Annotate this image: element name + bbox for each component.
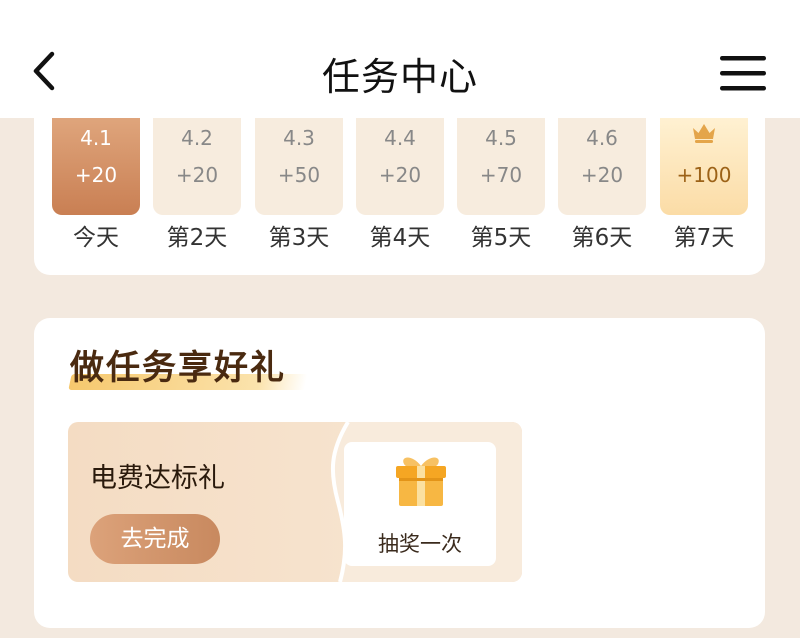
checkin-points: +20 [74,163,118,187]
checkin-day-tile[interactable]: 4.6 +20 [558,118,646,215]
crown-icon [693,124,715,143]
checkin-day-label: 第6天 [571,225,633,251]
checkin-points: +20 [175,163,219,187]
checkin-day-label: 第4天 [369,225,431,251]
checkin-points: +100 [676,163,732,187]
checkin-day-label: 第3天 [268,225,330,251]
page-title: 任务中心 [321,55,478,99]
checkin-day-tile[interactable]: 4.2 +20 [153,118,241,215]
checkin-points: +50 [277,163,321,187]
reward-box[interactable]: 抽奖一次 [344,442,496,566]
checkin-date: 4.6 [586,126,618,150]
checkin-day-label: 第2天 [166,225,228,251]
checkin-day-tile[interactable]: 4.4 +20 [356,118,444,215]
section-title-block: 做任务享好礼 [68,340,308,390]
checkin-date: 4.2 [181,126,213,150]
checkin-day-tile[interactable]: 4.3 +50 [255,118,343,215]
task-card: 做任务享好礼 电费达标礼 去完成 抽奖一次 [34,318,765,628]
checkin-day-tile[interactable]: 4.1 +20 [52,118,140,215]
checkin-points: +20 [378,163,422,187]
checkin-day-tile[interactable]: 4.5 +70 [457,118,545,215]
checkin-day-label: 今天 [73,225,119,251]
section-title: 做任务享好礼 [70,348,286,388]
checkin-date: 4.3 [283,126,315,150]
checkin-points: +70 [479,163,523,187]
checkin-day-tile-reward[interactable]: +100 [660,118,748,215]
checkin-date: 4.5 [485,126,517,150]
reward-label: 抽奖一次 [378,532,462,556]
checkin-date: 4.4 [384,126,416,150]
task-item: 电费达标礼 去完成 抽奖一次 [68,422,522,582]
checkin-day-label: 第5天 [470,225,532,251]
checkin-card: 4.1 +20 今天 4.2 +20 第2天 4.3 +50 第3天 4.4 +… [34,100,765,275]
menu-button[interactable] [718,54,768,94]
task-name: 电费达标礼 [90,463,225,494]
gift-box-icon [396,457,446,506]
checkin-date: 4.1 [80,126,112,150]
go-complete-button[interactable]: 去完成 [90,514,220,564]
checkin-points: +20 [580,163,624,187]
hamburger-menu-icon [720,56,766,91]
checkin-day-label: 第7天 [673,225,735,251]
